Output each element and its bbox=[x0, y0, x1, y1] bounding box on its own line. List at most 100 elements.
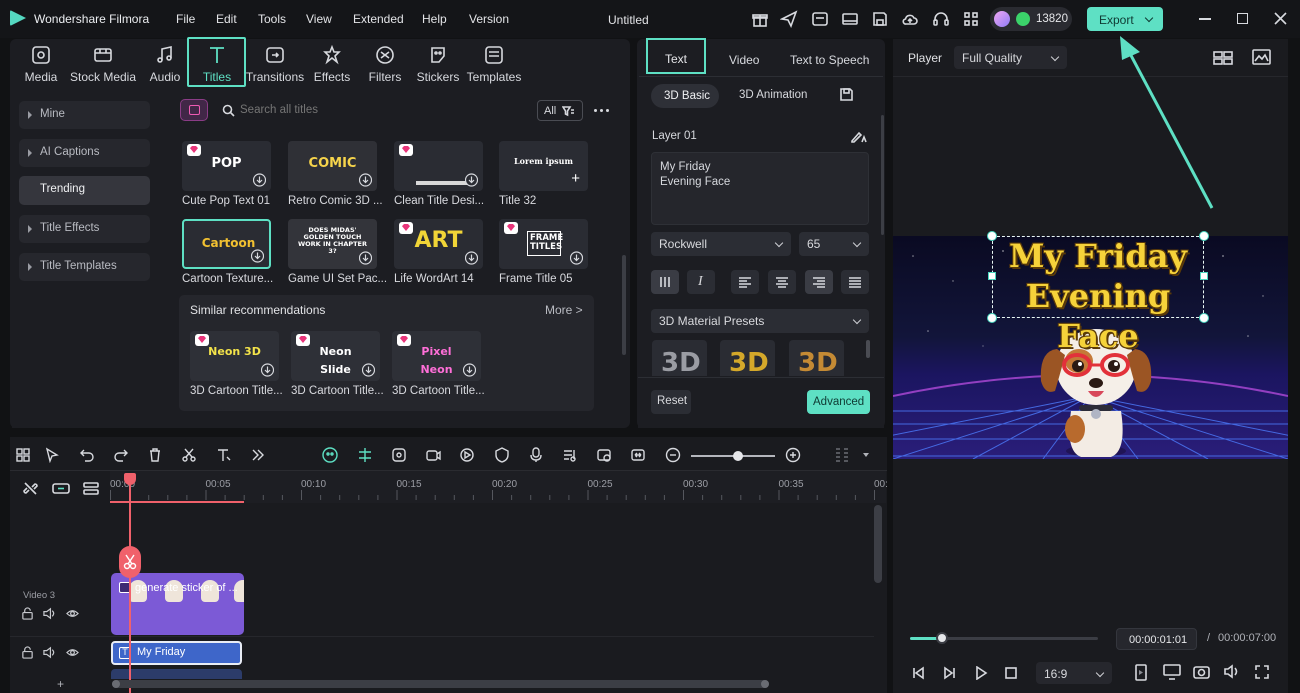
title-thumbnail[interactable]: ART bbox=[394, 219, 483, 269]
zoom-in-icon[interactable] bbox=[785, 447, 801, 463]
download-icon[interactable] bbox=[261, 363, 274, 377]
recommendation-thumbnail[interactable]: Neon Slide bbox=[291, 331, 380, 381]
download-icon[interactable] bbox=[362, 363, 375, 377]
download-icon[interactable] bbox=[253, 173, 266, 187]
sidebar-item-mine[interactable]: Mine bbox=[19, 101, 150, 129]
monitor-icon[interactable] bbox=[841, 10, 859, 28]
send-icon[interactable] bbox=[780, 10, 798, 28]
more-tools-icon[interactable] bbox=[250, 447, 266, 463]
maximize-icon[interactable] bbox=[1237, 13, 1248, 24]
reset-button[interactable]: Reset bbox=[651, 390, 691, 414]
tab-stock-media[interactable]: Stock Media bbox=[68, 43, 138, 85]
fit-width-icon[interactable] bbox=[630, 447, 646, 463]
zoom-slider-knob[interactable] bbox=[733, 451, 744, 461]
snapshot-image-icon[interactable] bbox=[1252, 49, 1271, 65]
resize-handle[interactable] bbox=[988, 272, 996, 280]
title-thumbnail[interactable]: FRAME TITLES bbox=[499, 219, 588, 269]
redo-icon[interactable] bbox=[113, 447, 129, 463]
support-headset-icon[interactable] bbox=[932, 10, 950, 28]
align-left-button[interactable] bbox=[731, 270, 759, 294]
recommendation-thumbnail[interactable]: Pixel Neon bbox=[392, 331, 481, 381]
recommendation-thumbnail[interactable]: Neon 3D bbox=[190, 331, 279, 381]
zoom-out-icon[interactable] bbox=[665, 447, 681, 463]
menu-extended[interactable]: Extended bbox=[353, 12, 404, 26]
sidebar-item-title-templates[interactable]: Title Templates bbox=[19, 253, 150, 281]
close-icon[interactable] bbox=[1274, 12, 1287, 25]
render-preview-icon[interactable] bbox=[1134, 664, 1148, 681]
download-icon[interactable] bbox=[251, 249, 264, 263]
add-track-icon[interactable]: + bbox=[57, 677, 64, 691]
font-dropdown[interactable]: Rockwell bbox=[651, 232, 791, 256]
next-frame-icon[interactable] bbox=[943, 666, 957, 680]
material-presets-dropdown[interactable]: 3D Material Presets bbox=[651, 309, 869, 333]
justify-button[interactable] bbox=[841, 270, 869, 294]
text-content-field[interactable]: My Friday Evening Face bbox=[651, 152, 869, 225]
properties-scrollbar[interactable] bbox=[881, 115, 884, 235]
caret-down-icon[interactable] bbox=[863, 453, 869, 457]
align-right-button[interactable] bbox=[805, 270, 833, 294]
select-pointer-icon[interactable] bbox=[44, 447, 60, 463]
title-thumbnail[interactable]: POP bbox=[182, 141, 271, 191]
shield-icon[interactable] bbox=[494, 447, 510, 463]
menu-file[interactable]: File bbox=[176, 12, 195, 26]
resize-handle[interactable] bbox=[1199, 313, 1209, 323]
stop-icon[interactable] bbox=[1004, 666, 1018, 680]
lock-icon[interactable] bbox=[21, 646, 34, 659]
apps-grid-icon[interactable] bbox=[962, 10, 980, 28]
volume-icon[interactable] bbox=[1223, 664, 1240, 679]
playhead-line[interactable] bbox=[129, 473, 131, 693]
lock-icon[interactable] bbox=[21, 607, 34, 620]
speaker-icon[interactable] bbox=[43, 646, 56, 659]
menu-edit[interactable]: Edit bbox=[216, 12, 237, 26]
preset-tile[interactable]: 3D bbox=[720, 340, 775, 376]
microphone-icon[interactable] bbox=[528, 447, 544, 463]
resize-handle[interactable] bbox=[987, 231, 997, 241]
subtab-3d-animation[interactable]: 3D Animation bbox=[739, 89, 809, 101]
title-thumbnail[interactable]: Cartoon bbox=[182, 219, 271, 269]
more-link[interactable]: More > bbox=[545, 303, 583, 317]
export-button[interactable]: Export bbox=[1087, 7, 1163, 31]
download-icon[interactable] bbox=[463, 363, 476, 377]
tab-text-to-speech[interactable]: Text to Speech bbox=[790, 53, 869, 67]
download-icon[interactable] bbox=[465, 251, 478, 265]
subtab-3d-basic[interactable]: 3D Basic bbox=[651, 84, 719, 108]
presets-scrollbar[interactable] bbox=[866, 340, 870, 358]
menu-help[interactable]: Help bbox=[422, 12, 447, 26]
download-icon[interactable] bbox=[465, 173, 478, 187]
unlink-icon[interactable] bbox=[23, 481, 38, 496]
link-track-icon[interactable] bbox=[52, 482, 70, 495]
search-input[interactable] bbox=[240, 100, 520, 120]
camera-snapshot-icon[interactable] bbox=[1193, 664, 1210, 679]
ai-write-icon[interactable] bbox=[850, 129, 869, 144]
cut-icon[interactable] bbox=[181, 447, 197, 463]
text-selection-box[interactable] bbox=[992, 236, 1204, 318]
ai-face-icon[interactable] bbox=[322, 447, 338, 463]
filter-dropdown[interactable]: All bbox=[537, 100, 583, 121]
record-voice-camera-icon[interactable] bbox=[425, 447, 441, 463]
advanced-button[interactable]: Advanced bbox=[807, 390, 870, 414]
timeline-horizontal-scrollbar[interactable] bbox=[112, 680, 769, 688]
menu-view[interactable]: View bbox=[306, 12, 332, 26]
layout-icon[interactable] bbox=[15, 447, 31, 463]
timeline-vertical-scrollbar[interactable] bbox=[874, 505, 882, 583]
title-thumbnail[interactable]: Lorem ipsum + bbox=[499, 141, 588, 191]
fullscreen-icon[interactable] bbox=[1255, 665, 1269, 679]
menu-tools[interactable]: Tools bbox=[258, 12, 286, 26]
quality-dropdown[interactable]: Full Quality bbox=[954, 46, 1067, 69]
align-center-button[interactable] bbox=[768, 270, 796, 294]
text-tool-icon[interactable] bbox=[216, 447, 232, 463]
speaker-icon[interactable] bbox=[43, 607, 56, 620]
eye-icon[interactable] bbox=[66, 607, 79, 620]
aspect-ratio-dropdown[interactable]: 16:9 bbox=[1036, 662, 1112, 684]
playhead-handle[interactable] bbox=[124, 473, 136, 485]
tab-text[interactable]: Text bbox=[646, 38, 706, 74]
download-icon[interactable] bbox=[359, 173, 372, 187]
undo-icon[interactable] bbox=[79, 447, 95, 463]
audio-track-icon[interactable] bbox=[562, 447, 578, 463]
credits-pill[interactable]: 13820 bbox=[990, 7, 1072, 31]
title-thumbnail[interactable]: DOES MIDAS' GOLDEN TOUCH WORK IN CHAPTER… bbox=[288, 219, 377, 269]
auto-highlight-icon[interactable] bbox=[391, 447, 407, 463]
save-preset-icon[interactable] bbox=[839, 87, 854, 102]
download-icon[interactable] bbox=[359, 251, 372, 265]
previous-frame-icon[interactable] bbox=[911, 666, 925, 680]
